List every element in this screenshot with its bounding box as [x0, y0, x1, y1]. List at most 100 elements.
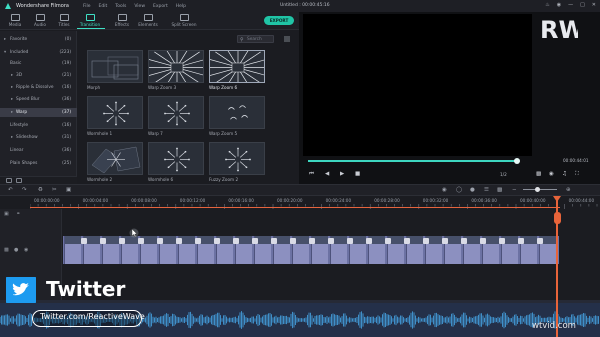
screen-icon[interactable]: ▩ — [497, 187, 502, 193]
sidebar-item-basic[interactable]: Basic (19) — [0, 59, 77, 68]
expand-arrow-icon[interactable]: ▸ — [11, 133, 13, 142]
transition-marker-icon[interactable] — [499, 238, 505, 244]
transition-marker-icon[interactable] — [214, 238, 220, 244]
transition-thumb-morph[interactable] — [87, 50, 143, 83]
sidebar-item-slideshow[interactable]: ▸ Slideshow (31) — [0, 133, 77, 142]
cut-icon[interactable]: ✂ — [52, 187, 57, 193]
transition-marker-icon[interactable] — [366, 238, 372, 244]
sidebar-item-favorite[interactable]: ▸ Favorite (0) — [0, 35, 77, 44]
zoom-in-icon[interactable]: ⊕ — [566, 187, 571, 193]
transition-marker-icon[interactable] — [461, 238, 467, 244]
delete-icon[interactable]: ♻ — [38, 187, 43, 193]
render-icon[interactable]: ◉ — [442, 187, 447, 193]
previous-frame-icon[interactable]: ⏮ — [309, 171, 314, 178]
maximize-icon[interactable]: □ — [580, 2, 585, 8]
fullscreen-icon[interactable]: ⛶ — [575, 171, 579, 178]
mic-icon[interactable]: ● — [470, 187, 475, 193]
tab-transition[interactable]: Transition — [75, 14, 105, 29]
transition-thumb-wormhole-2[interactable] — [87, 142, 143, 175]
expand-arrow-icon[interactable]: ▸ — [11, 95, 13, 104]
transition-thumb-warp-zoom-6[interactable] — [209, 50, 265, 83]
transition-thumb-wormhole-6[interactable] — [148, 142, 204, 175]
user-icon[interactable]: ◉ — [557, 2, 561, 8]
add-track-icon[interactable]: ▣ — [4, 211, 9, 217]
list-icon[interactable]: ☰ — [484, 187, 489, 193]
menu-item[interactable]: Export — [153, 4, 168, 9]
video-clip[interactable] — [64, 236, 81, 264]
tab-effects[interactable]: Effects — [109, 14, 135, 29]
tab-audio[interactable]: Audio — [27, 14, 53, 29]
zoom-slider-track[interactable] — [523, 189, 557, 190]
transition-marker-icon[interactable] — [138, 238, 144, 244]
redo-icon[interactable]: ↷ — [22, 187, 27, 193]
sidebar-item-plain-shapes[interactable]: Plain Shapes (25) — [0, 159, 77, 168]
crop-icon[interactable]: ▣ — [66, 187, 71, 193]
lock-icon[interactable]: ● — [14, 247, 18, 253]
expand-arrow-icon[interactable]: ▸ — [11, 108, 13, 117]
tab-titles[interactable]: Titles — [51, 14, 77, 29]
monitor-icon[interactable]: ▩ — [536, 171, 541, 177]
expand-arrow-icon[interactable]: ▸ — [11, 83, 13, 92]
transition-thumb-warp-7[interactable] — [148, 96, 204, 129]
volume-icon[interactable]: ♫ — [562, 171, 567, 177]
menu-item[interactable]: View — [134, 4, 145, 9]
transition-marker-icon[interactable] — [100, 238, 106, 244]
undo-icon[interactable]: ↶ — [8, 187, 13, 193]
snapshot-icon[interactable]: ◉ — [549, 171, 554, 177]
shield-icon[interactable]: ◯ — [456, 187, 462, 193]
minimize-icon[interactable]: — — [568, 2, 573, 8]
add-folder-icon[interactable] — [6, 178, 12, 183]
transition-marker-icon[interactable] — [195, 238, 201, 244]
sidebar-item-included[interactable]: ▾ Included (223) — [0, 48, 77, 57]
transition-marker-icon[interactable] — [347, 238, 353, 244]
transition-marker-icon[interactable] — [271, 238, 277, 244]
sidebar-item-ripple-dissolve[interactable]: ▸ Ripple & Dissolve (16) — [0, 83, 77, 92]
transition-marker-icon[interactable] — [233, 238, 239, 244]
expand-arrow-icon[interactable]: ▾ — [4, 48, 6, 57]
tab-split-screen[interactable]: Split Screen — [167, 14, 201, 29]
zoom-out-icon[interactable]: − — [512, 187, 517, 193]
transition-marker-icon[interactable] — [290, 238, 296, 244]
transition-thumb-warp-zoom-3[interactable] — [148, 50, 204, 83]
transition-marker-icon[interactable] — [442, 238, 448, 244]
transition-thumb-fuzzy-zoom-2[interactable] — [209, 142, 265, 175]
transition-marker-icon[interactable] — [176, 238, 182, 244]
transition-marker-icon[interactable] — [537, 238, 543, 244]
export-button[interactable]: EXPORT — [264, 16, 294, 25]
transition-marker-icon[interactable] — [81, 238, 87, 244]
bell-icon[interactable]: ♨ — [545, 2, 549, 8]
transition-marker-icon[interactable] — [157, 238, 163, 244]
menu-item[interactable]: Help — [176, 4, 186, 9]
sidebar-item-lifestyle[interactable]: Lifestyle (16) — [0, 121, 77, 130]
transition-marker-icon[interactable] — [309, 238, 315, 244]
close-icon[interactable]: ✕ — [592, 2, 596, 8]
sidebar-item-warp[interactable]: ▸ Warp (37) — [0, 108, 77, 117]
sidebar-item-linear[interactable]: Linear (36) — [0, 146, 77, 155]
transition-marker-icon[interactable] — [119, 238, 125, 244]
transition-marker-icon[interactable] — [252, 238, 258, 244]
menu-item[interactable]: Tools — [115, 4, 126, 9]
tab-elements[interactable]: Elements — [135, 14, 161, 29]
transition-marker-icon[interactable] — [404, 238, 410, 244]
transition-marker-icon[interactable] — [480, 238, 486, 244]
video-track-icon[interactable]: ▩ — [4, 247, 9, 253]
transition-marker-icon[interactable] — [423, 238, 429, 244]
transition-thumb-wormhole-1[interactable] — [87, 96, 143, 129]
menu-item[interactable]: File — [83, 4, 91, 9]
play-icon[interactable]: ▶ — [340, 171, 344, 177]
transition-marker-icon[interactable] — [328, 238, 334, 244]
transition-marker-icon[interactable] — [385, 238, 391, 244]
transition-marker-icon[interactable] — [518, 238, 524, 244]
playhead-handle[interactable] — [554, 212, 561, 224]
eye-icon[interactable]: ◉ — [24, 247, 28, 253]
stop-icon[interactable]: ■ — [355, 171, 360, 177]
playback-quality[interactable]: 1/2 — [500, 172, 507, 177]
expand-arrow-icon[interactable]: ▸ — [4, 35, 6, 44]
tab-media[interactable]: Media — [2, 14, 28, 29]
folder-icon[interactable] — [16, 178, 22, 183]
sidebar-item-3d[interactable]: ▸ 3D (21) — [0, 71, 77, 80]
zoom-slider-knob[interactable] — [535, 187, 540, 192]
preview-progress-knob[interactable] — [514, 158, 520, 164]
step-back-icon[interactable]: ◀ — [325, 171, 329, 177]
search-input[interactable]: ⚲ Search — [237, 35, 274, 43]
